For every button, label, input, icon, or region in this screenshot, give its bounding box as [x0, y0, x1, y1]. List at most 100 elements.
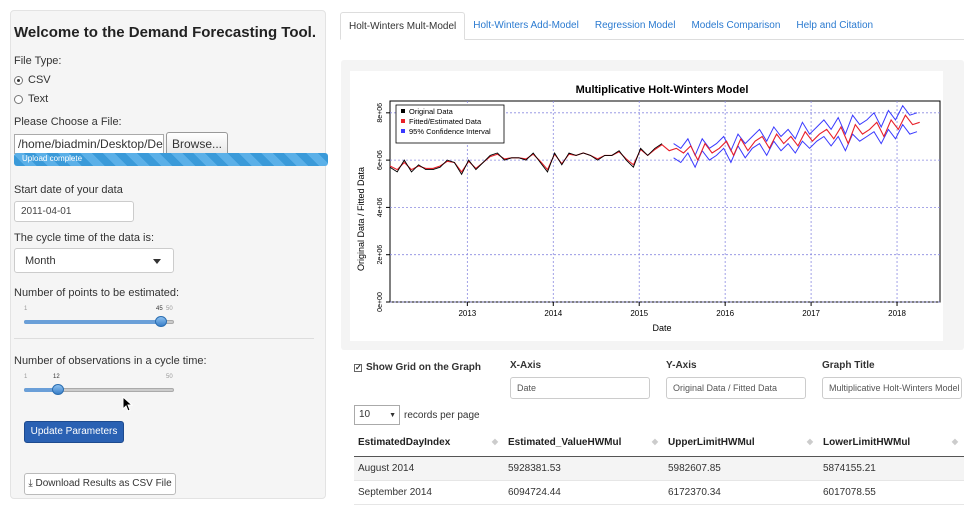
radio-dot-checked[interactable]	[14, 75, 23, 85]
show-grid-label: Show Grid on the Graph	[366, 362, 481, 373]
page-size-select[interactable]: 10 ▼	[354, 405, 400, 425]
radio-dot[interactable]	[14, 94, 23, 104]
choose-file-label: Please Choose a File:	[14, 116, 122, 128]
plot-container: Multiplicative Holt-Winters Model Date O…	[341, 60, 964, 350]
tab-help-citation[interactable]: Help and Citation	[788, 12, 881, 40]
x-tick-label: 2014	[544, 309, 562, 318]
table-cell: 6017078.55	[819, 480, 964, 505]
table-cell: August 2014	[354, 456, 504, 481]
radio-csv[interactable]: CSV	[14, 74, 51, 86]
column-header-label: UpperLimitHWMul	[668, 436, 755, 448]
legend-swatch	[401, 129, 405, 133]
file-type-label: File Type:	[14, 55, 62, 67]
table-row: August 2014 5928381.53 5982607.85 587415…	[354, 456, 964, 481]
y-tick-label: 8e+06	[377, 103, 384, 123]
legend-label: Original Data	[409, 107, 454, 116]
column-header-label: EstimatedDayIndex	[358, 436, 451, 448]
records-per-page-label: records per page	[404, 409, 480, 421]
records-per-page: 10 ▼ records per page	[354, 405, 480, 425]
table-header-row: EstimatedDayIndex ◆ Estimated_ValueHWMul ◆…	[354, 429, 964, 457]
file-path-field[interactable]: /home/biadmin/Desktop/Dem	[14, 134, 164, 154]
sidebar: Welcome to the Demand Forecasting Tool. …	[0, 0, 336, 499]
points-slider[interactable]: 1 45 50	[14, 306, 176, 330]
slider-min: 1	[24, 306, 28, 312]
x-tick-label: 2018	[888, 309, 906, 318]
start-date-input[interactable]: 2011-04-01	[14, 201, 134, 222]
slider-fill	[24, 320, 161, 324]
tab-hw-add[interactable]: Holt-Winters Add-Model	[465, 12, 587, 40]
series-ci-lower	[673, 123, 918, 169]
cycle-time-value: Month	[25, 255, 56, 267]
tab-bar: Holt-Winters Mult-Model Holt-Winters Add…	[340, 12, 964, 40]
start-date-label: Start date of your data	[14, 184, 123, 196]
slider-max: 50	[166, 374, 173, 380]
table-cell: 6094724.44	[504, 480, 664, 505]
slider-min: 1	[24, 374, 28, 380]
download-icon: ⤓	[28, 478, 33, 489]
update-parameters-button[interactable]: Update Parameters	[24, 421, 124, 443]
tab-regression[interactable]: Regression Model	[587, 12, 684, 40]
caret-down-icon	[153, 259, 161, 264]
download-label: Download Results as CSV File	[35, 478, 172, 489]
show-grid-checkbox[interactable]: ✓ Show Grid on the Graph	[354, 362, 481, 373]
obs-label: Number of observations in a cycle time:	[14, 355, 207, 367]
x-tick-label: 2016	[716, 309, 734, 318]
radio-text[interactable]: Text	[14, 93, 48, 105]
checkbox-checked-icon[interactable]: ✓	[354, 363, 362, 372]
y-tick-label: 6e+06	[377, 150, 384, 170]
column-header[interactable]: Estimated_ValueHWMul ◆	[504, 429, 664, 457]
divider	[14, 338, 314, 339]
upload-status-text: Upload complete	[22, 154, 83, 163]
caret-down-icon: ▼	[389, 412, 396, 419]
y-tick-label: 0e+00	[377, 292, 384, 312]
chart-xlabel: Date	[652, 323, 671, 333]
column-header[interactable]: LowerLimitHWMul ◆	[819, 429, 964, 457]
graph-controls: ✓ Show Grid on the Graph X-Axis Date Y-A…	[354, 358, 964, 402]
cycle-time-select[interactable]: Month	[14, 248, 174, 273]
slider-value: 12	[53, 374, 60, 380]
yaxis-input[interactable]: Original Data / Fitted Data	[666, 377, 806, 399]
xaxis-label: X-Axis	[510, 360, 542, 371]
slider-handle[interactable]	[52, 384, 64, 395]
table-cell: 5982607.85	[664, 456, 819, 481]
column-header[interactable]: UpperLimitHWMul ◆	[664, 429, 819, 457]
forecast-chart: Multiplicative Holt-Winters Model Date O…	[356, 84, 941, 333]
graph-title-input[interactable]: Multiplicative Holt-Winters Model	[822, 377, 962, 399]
mouse-cursor-icon	[122, 396, 134, 412]
y-tick-label: 2e+06	[377, 245, 384, 265]
forecast-plot: Multiplicative Holt-Winters Model Date O…	[350, 71, 943, 341]
points-label: Number of points to be estimated:	[14, 287, 180, 299]
chart-title: Multiplicative Holt-Winters Model	[576, 84, 749, 96]
download-csv-button[interactable]: ⤓ Download Results as CSV File	[24, 473, 176, 495]
column-header-label: Estimated_ValueHWMul	[508, 436, 622, 448]
column-header[interactable]: EstimatedDayIndex ◆	[354, 429, 504, 457]
legend-swatch	[401, 119, 405, 123]
app-title: Welcome to the Demand Forecasting Tool.	[14, 24, 316, 41]
sort-icon: ◆	[951, 437, 958, 446]
slider-handle[interactable]	[155, 316, 167, 327]
xaxis-input[interactable]: Date	[510, 377, 650, 399]
legend-swatch	[401, 109, 405, 113]
x-tick-label: 2017	[802, 309, 820, 318]
x-tick-label: 2013	[458, 309, 476, 318]
table-cell: 6172370.34	[664, 480, 819, 505]
table-row: September 2014 6094724.44 6172370.34 601…	[354, 480, 964, 505]
slider-value: 45	[156, 306, 163, 312]
radio-text-label: Text	[28, 93, 49, 105]
graph-title-label: Graph Title	[822, 360, 875, 371]
tab-hw-mult[interactable]: Holt-Winters Mult-Model	[340, 12, 466, 40]
y-tick-label: 4e+06	[377, 197, 384, 217]
yaxis-label: Y-Axis	[666, 360, 697, 371]
obs-slider[interactable]: 1 12 50	[14, 374, 176, 398]
tab-models-comparison[interactable]: Models Comparison	[683, 12, 788, 40]
x-tick-label: 2015	[630, 309, 648, 318]
chart-ylabel: Original Data / Fitted Data	[356, 167, 366, 271]
upload-progress-bar: Upload complete	[14, 153, 328, 166]
table-cell: September 2014	[354, 480, 504, 505]
sort-icon: ◆	[491, 437, 498, 446]
legend-label: 95% Confidence Interval	[409, 127, 491, 136]
sort-icon: ◆	[651, 437, 658, 446]
sort-icon: ◆	[806, 437, 813, 446]
main-panel: Holt-Winters Mult-Model Holt-Winters Add…	[336, 0, 964, 505]
cycle-time-label: The cycle time of the data is:	[14, 232, 155, 244]
